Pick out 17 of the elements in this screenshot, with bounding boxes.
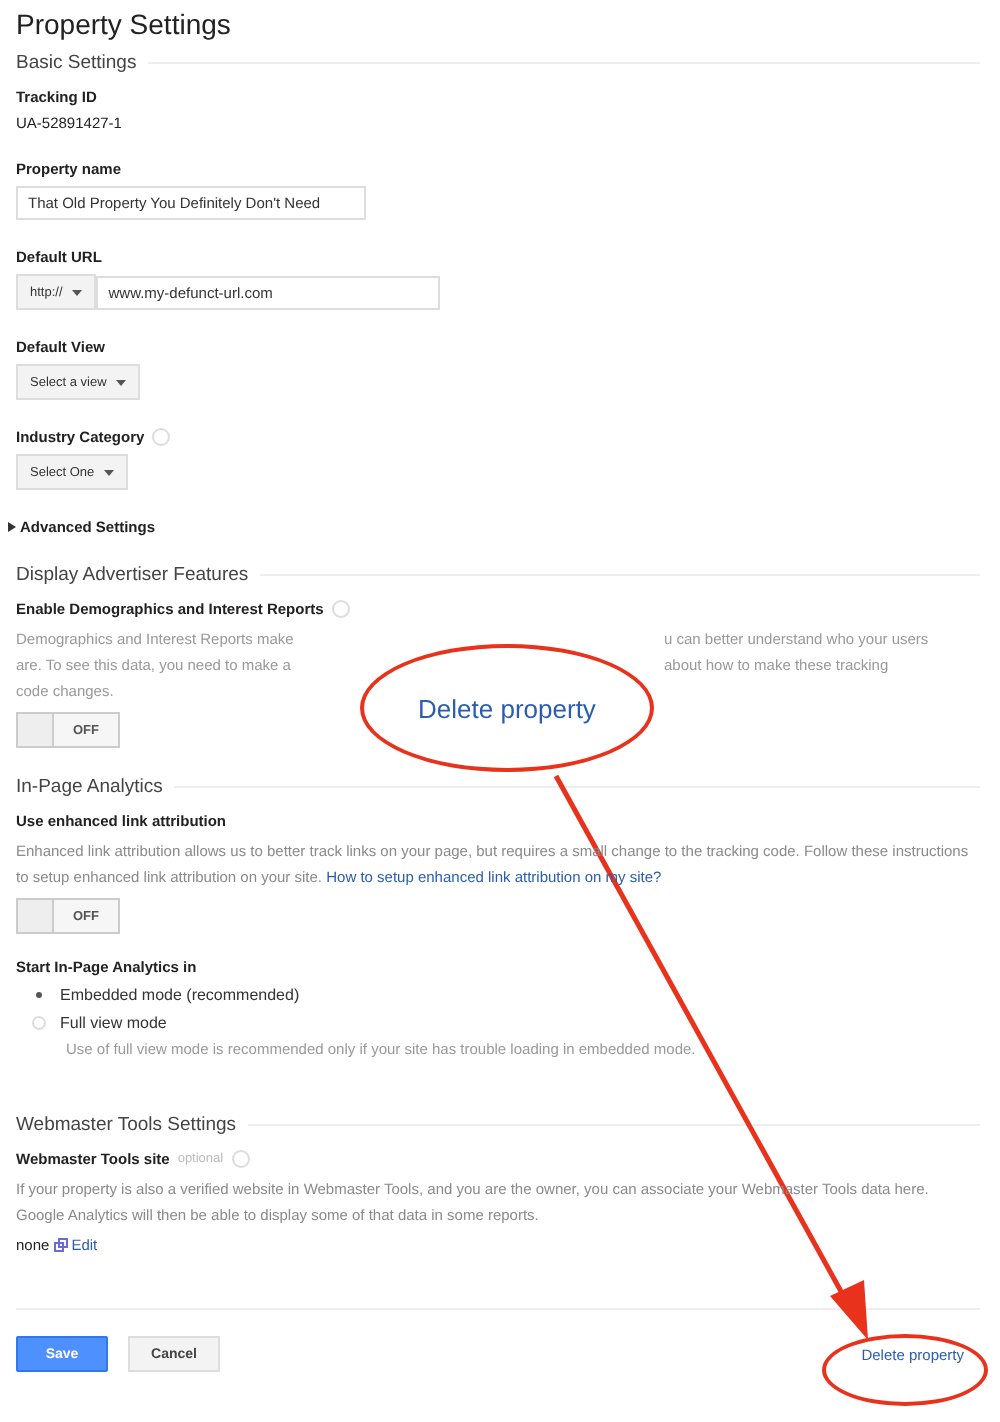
caret-icon [104, 469, 115, 475]
section-heading: Basic Settings [16, 52, 137, 74]
radio-label[interactable]: Full view mode [60, 1014, 167, 1032]
caret-icon [72, 289, 83, 295]
radio-button[interactable] [32, 988, 46, 1002]
caret-icon [116, 379, 127, 385]
help-icon[interactable] [331, 600, 350, 618]
callout-bubble: Delete property [360, 644, 654, 772]
link-icon [53, 1238, 68, 1252]
section-heading: In-Page Analytics [16, 776, 163, 798]
help-icon[interactable] [231, 1150, 250, 1168]
radio-button[interactable] [32, 1016, 46, 1030]
page-title: Property Settings [16, 8, 233, 40]
section-heading: Webmaster Tools Settings [16, 1114, 237, 1136]
radio-label[interactable]: Embedded mode (recommended) [60, 986, 300, 1004]
section-heading: Display Advertiser Features [16, 564, 249, 586]
help-icon[interactable] [152, 428, 171, 446]
